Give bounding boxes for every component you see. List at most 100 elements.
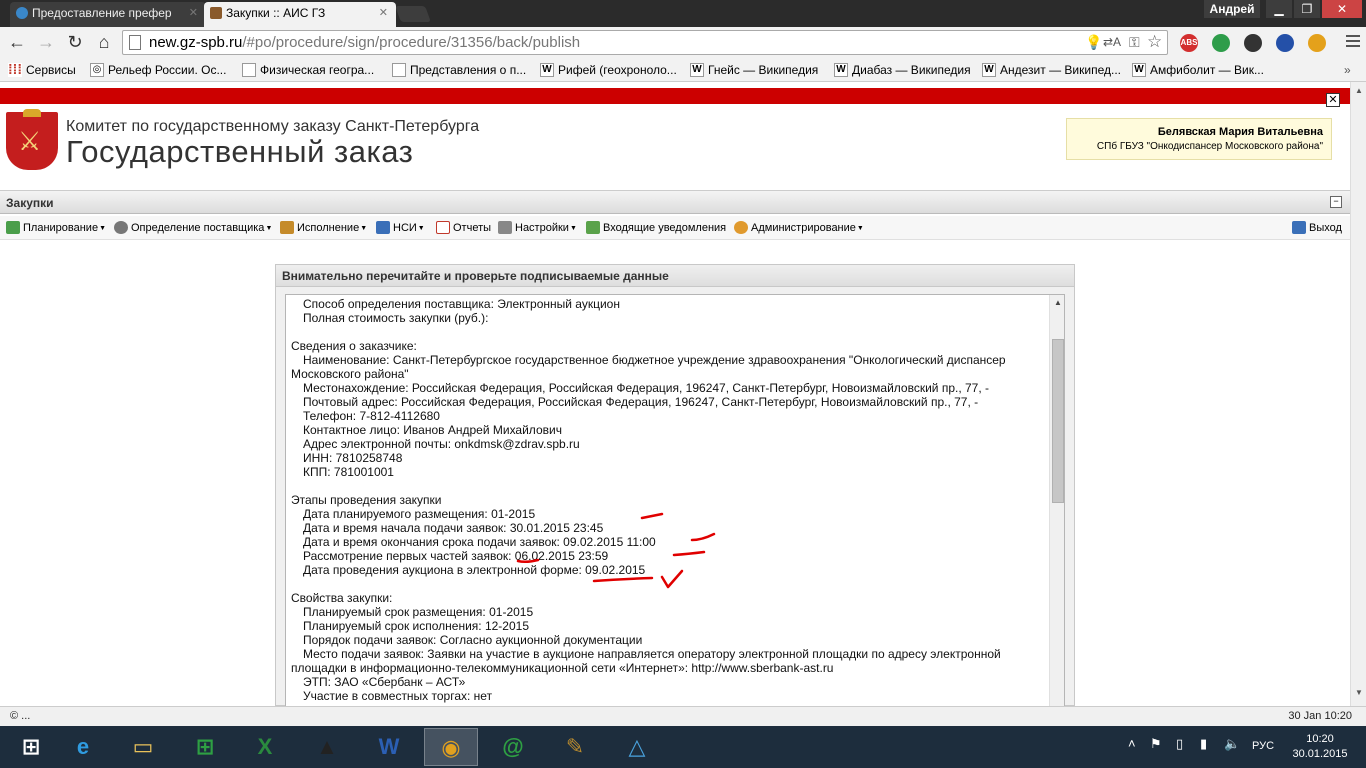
blocked-extension-icon[interactable] [1276,34,1294,52]
graduation-cap-icon[interactable]: ▲ [300,728,354,766]
tray-expand-icon[interactable]: ˄ [1128,736,1136,751]
menu-reports[interactable]: Отчеты [436,220,491,236]
green-circle-extension-icon[interactable] [1212,34,1230,52]
delta-app-icon[interactable]: △ [610,728,664,766]
paint-icon[interactable]: ✎ [548,728,602,766]
wikipedia-icon: W [690,63,704,77]
bookmark-andesite[interactable]: W Андезит — Википед... [982,62,1121,78]
scroll-up-icon[interactable]: ▲ [1355,86,1363,95]
dropdown-arrow-icon: ▼ [360,225,368,232]
reload-icon[interactable]: ↻ [64,31,86,53]
network-icon[interactable]: ▮ [1200,736,1207,752]
textarea-scrollbar[interactable]: ▲ [1049,295,1064,707]
excel-icon[interactable]: X [238,728,292,766]
windows-taskbar: ⊞ e ▭ ⊞ X ▲ W ◉ @ ✎ △ ˄ ⚑ ▯ ▮ 🔈 РУС 10:2… [0,726,1366,768]
close-window-button[interactable]: ✕ [1322,0,1362,18]
menu-settings[interactable]: Настройки▼ [498,220,577,236]
collapse-icon[interactable]: − [1330,196,1342,208]
text-line: ИНН: 7810258748 [303,451,403,465]
text-line: Дата планируемого размещения: 01-2015 [303,507,536,521]
menu-administration[interactable]: Администрирование▼ [734,220,864,236]
system-clock[interactable]: 10:20 30.01.2015 [1290,732,1350,762]
url-text[interactable]: new.gz-spb.ru/#po/procedure/sign/procedu… [149,31,1049,54]
text-line [291,479,1047,493]
volume-icon[interactable]: 🔈 [1224,736,1240,752]
windows-start-icon[interactable]: ⊞ [4,728,58,766]
chat-extension-icon[interactable] [1244,34,1262,52]
profile-button[interactable]: Андрей [1204,0,1260,18]
menu-execution[interactable]: Исполнение▼ [280,220,367,236]
browser-tabstrip: Предоставление префер ✕ Закупки :: АИС Г… [0,0,1366,27]
internet-explorer-icon[interactable]: e [56,728,110,766]
bookmark-label: Рифей (геохроноло... [558,63,677,77]
menu-label: Настройки [515,222,569,234]
home-icon[interactable]: ⌂ [93,31,115,53]
word-icon[interactable]: W [362,728,416,766]
tab-procurement[interactable]: Закупки :: АИС ГЗ ✕ [204,2,396,27]
bookmark-diabase[interactable]: W Диабаз — Википедия [834,62,971,78]
bookmark-amphibolite[interactable]: W Амфиболит — Вик... [1132,62,1264,78]
more-bookmarks-icon[interactable]: » [1344,62,1351,78]
page-scrollbar[interactable]: ▲ ▼ [1350,82,1366,706]
menu-incoming-notifications[interactable]: Входящие уведомления [586,220,726,236]
back-icon[interactable]: ← [6,31,28,53]
bookmark-representations[interactable]: Представления о п... [392,62,526,78]
scroll-up-icon[interactable]: ▲ [1054,298,1062,307]
menu-label: Исполнение [297,222,360,234]
text-line: Планируемый срок исполнения: 12-2015 [303,619,530,633]
section-header: Закупки − [0,190,1350,214]
file-explorer-icon[interactable]: ▭ [116,728,170,766]
new-tab-button[interactable] [395,6,431,22]
page-icon: ◎ [90,63,104,77]
browser-toolbar: ← → ↻ ⌂ new.gz-spb.ru/#po/procedure/sign… [0,27,1366,59]
close-banner-icon[interactable]: ✕ [1326,93,1340,107]
bookmark-services[interactable]: ⁞⁞⁞ Сервисы [8,62,76,78]
tab-preferences[interactable]: Предоставление префер ✕ [10,2,206,27]
text-line: Сведения о заказчике: [291,339,417,353]
globe-icon [16,7,28,19]
close-tab-icon[interactable]: ✕ [379,2,388,24]
clock-date: 30.01.2015 [1292,748,1348,760]
scroll-thumb[interactable] [1052,339,1064,503]
lightbulb-icon[interactable]: 💡 [1085,34,1102,51]
text-line: Контактное лицо: Иванов Андрей Михайлови… [303,423,562,437]
minimize-button[interactable]: ▁ [1266,0,1292,18]
device-icon[interactable]: ▯ [1176,736,1183,752]
chrome-taskbar-icon[interactable]: ◉ [424,728,478,766]
bookmark-riphean[interactable]: W Рифей (геохроноло... [540,62,677,78]
signed-data-text: Способ определения поставщика: Электронн… [291,297,1047,703]
menu-nsi[interactable]: НСИ▼ [376,220,425,236]
address-bar[interactable]: new.gz-spb.ru/#po/procedure/sign/procedu… [122,30,1168,55]
bookmark-relief[interactable]: ◎ Рельеф России. Ос... [90,62,226,78]
language-indicator[interactable]: РУС [1252,740,1274,752]
execution-icon [280,221,294,234]
gears-icon [114,221,128,234]
menu-planning[interactable]: Планирование▼ [6,220,106,236]
adblock-icon[interactable]: ABS [1180,34,1198,52]
section-title: Закупки [6,196,54,210]
bookmark-star-icon[interactable]: ☆ [1147,32,1162,52]
store-icon[interactable]: ⊞ [178,728,232,766]
gavel-icon [210,7,222,19]
bookmark-gneiss[interactable]: W Гнейс — Википедия [690,62,818,78]
text-line: Дата и время окончания срока подачи заяв… [303,535,656,549]
translate-icon[interactable]: ⇄A [1103,35,1121,49]
close-tab-icon[interactable]: ✕ [189,2,198,24]
chrome-menu-icon[interactable] [1346,35,1360,47]
menu-supplier-selection[interactable]: Определение поставщика▼ [114,220,272,236]
flag-icon[interactable]: ⚑ [1150,736,1162,752]
paw-extension-icon[interactable] [1308,34,1326,52]
exit-button[interactable]: Выход [1292,220,1342,236]
bookmark-geography[interactable]: Физическая геогра... [242,62,374,78]
exit-icon [1292,221,1306,234]
signed-data-textarea[interactable]: Способ определения поставщика: Электронн… [285,294,1065,707]
screen: Предоставление префер ✕ Закупки :: АИС Г… [0,0,1366,768]
page-info-icon[interactable] [129,35,141,50]
restore-button[interactable]: ❐ [1294,0,1320,18]
status-bar: © ... 30 Jan 10:20 [0,706,1366,726]
wikipedia-icon: W [982,63,996,77]
mail-agent-icon[interactable]: @ [486,728,540,766]
scroll-down-icon[interactable]: ▼ [1355,688,1363,697]
key-icon[interactable]: ⚿ [1129,34,1140,51]
forward-icon[interactable]: → [35,31,57,53]
